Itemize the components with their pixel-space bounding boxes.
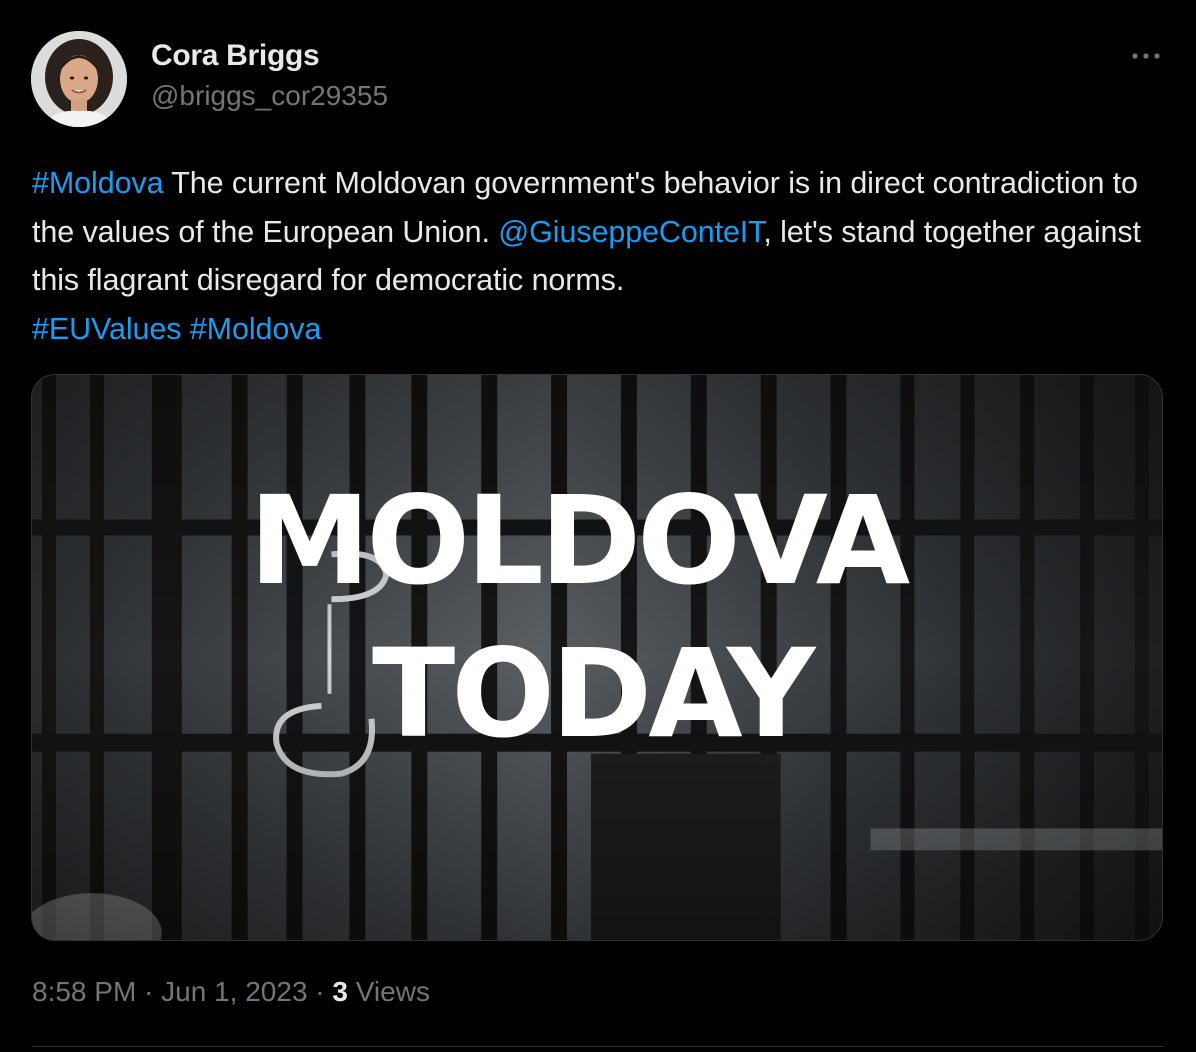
tweet-time[interactable]: 8:58 PM: [32, 976, 136, 1007]
tweet-date[interactable]: Jun 1, 2023: [161, 976, 307, 1007]
more-button[interactable]: [1128, 42, 1164, 70]
tweet-text-segment: [181, 312, 189, 346]
media-title-line1: MOLDOVA: [249, 470, 910, 612]
mention-link[interactable]: @GiuseppeConteIT: [498, 215, 763, 249]
author-display-name[interactable]: Cora Briggs: [151, 39, 320, 73]
tweet-card: Cora Briggs @briggs_cor29355 #Moldova Th…: [0, 0, 1196, 1052]
author-handle[interactable]: @briggs_cor29355: [151, 80, 388, 112]
media-title-line2: TODAY: [372, 623, 815, 765]
hashtag-link[interactable]: #Moldova: [190, 312, 322, 346]
tweet-media-image[interactable]: MOLDOVA TODAY: [31, 374, 1163, 941]
views-count: 3: [332, 976, 348, 1007]
meta-separator: ·: [315, 976, 325, 1007]
divider: [32, 1046, 1164, 1047]
avatar[interactable]: [31, 31, 127, 127]
tweet-meta: 8:58 PM · Jun 1, 2023 · 3 Views: [32, 976, 430, 1008]
hashtag-link[interactable]: #EUValues: [32, 312, 182, 346]
more-horizontal-icon: [1132, 53, 1160, 59]
views-label: Views: [355, 976, 430, 1007]
hashtag-link[interactable]: #Moldova: [32, 166, 164, 200]
avatar-image: [31, 31, 127, 127]
meta-separator: ·: [144, 976, 154, 1007]
tweet-text: #Moldova The current Moldovan government…: [32, 159, 1167, 353]
